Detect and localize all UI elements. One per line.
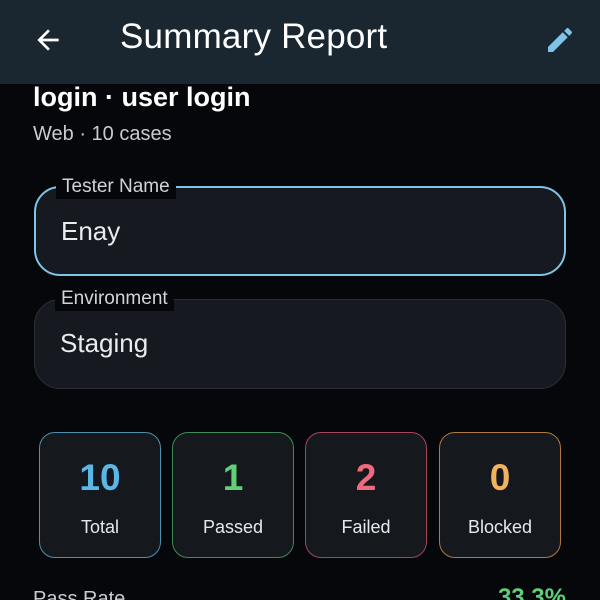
- tester-name-field[interactable]: Tester Name Enay: [34, 175, 566, 276]
- suite-title: login · user login: [33, 82, 251, 112]
- stat-total-value: 10: [79, 457, 121, 498]
- stat-failed-label: Failed: [341, 517, 391, 537]
- pass-rate-label: Pass Rate: [33, 588, 126, 600]
- suite-subtitle: Web · 10 cases: [33, 123, 172, 145]
- stat-card-blocked: 0 Blocked: [439, 432, 561, 558]
- environment-label: Environment: [55, 287, 174, 311]
- environment-value: Staging: [60, 328, 149, 358]
- stat-blocked-value: 0: [489, 457, 511, 498]
- pass-rate-value: 33.3%: [497, 584, 566, 600]
- pencil-icon: [548, 27, 573, 52]
- back-button[interactable]: [28, 20, 68, 60]
- summary-report-screen: Summary Report login · user login Web · …: [0, 0, 600, 600]
- arrow-left-icon: [37, 29, 59, 51]
- stat-card-passed: 1 Passed: [172, 432, 294, 558]
- tester-name-value: Enay: [61, 216, 121, 246]
- stat-card-failed: 2 Failed: [305, 432, 427, 558]
- stat-blocked-label: Blocked: [467, 517, 533, 537]
- stat-passed-value: 1: [222, 457, 244, 498]
- stat-total-label: Total: [80, 517, 120, 537]
- page-title: Summary Report: [120, 17, 388, 56]
- tester-name-label: Tester Name: [56, 175, 176, 199]
- stat-passed-label: Passed: [202, 517, 264, 537]
- stat-card-total: 10 Total: [39, 432, 161, 558]
- stat-failed-value: 2: [355, 457, 377, 498]
- edit-button[interactable]: [540, 20, 580, 60]
- environment-field[interactable]: Environment Staging: [34, 287, 566, 389]
- app-bar: Summary Report: [0, 0, 600, 84]
